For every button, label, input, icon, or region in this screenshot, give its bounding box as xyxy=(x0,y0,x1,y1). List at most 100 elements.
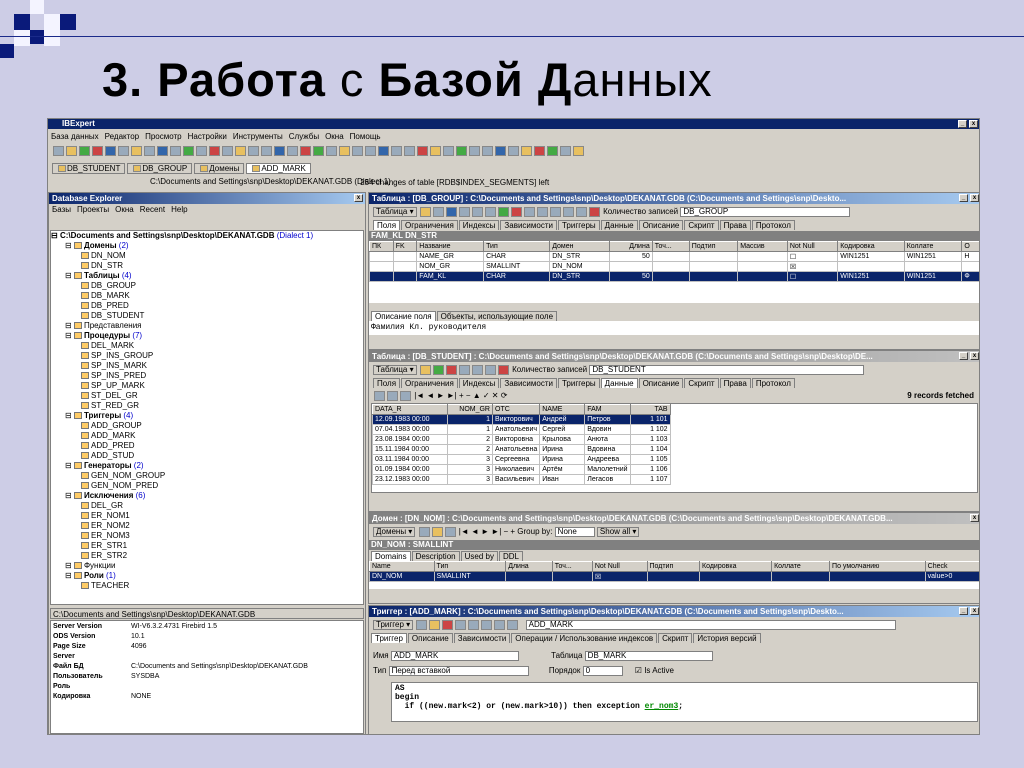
toolbar-icon[interactable] xyxy=(66,146,77,156)
tree-node[interactable]: ⊟ Триггеры (4) xyxy=(51,411,363,421)
column-header[interactable]: Длина xyxy=(505,561,553,572)
tree-node[interactable]: ER_STR2 xyxy=(51,551,363,561)
tab[interactable]: Поля xyxy=(373,378,401,388)
column-header[interactable]: DATA_R xyxy=(372,404,448,415)
tab[interactable]: Ограничения xyxy=(401,220,458,230)
toolbar-icon[interactable] xyxy=(222,146,233,156)
column-header[interactable]: Тип xyxy=(483,241,551,252)
explorer-menu-item[interactable]: Базы xyxy=(49,204,74,215)
toolbar-icon[interactable] xyxy=(339,146,350,156)
explorer-menu-item[interactable]: Проекты xyxy=(74,204,112,215)
toolbar-icon[interactable] xyxy=(105,146,116,156)
tab[interactable]: Права xyxy=(719,220,751,230)
toolbar-icon[interactable] xyxy=(482,146,493,156)
toolbar-icon[interactable] xyxy=(92,146,103,156)
table-row[interactable]: 07.04.1983 00:00 1 Анатольевич Сергей Вдовин… xyxy=(372,424,671,435)
tab[interactable]: Зависимости xyxy=(500,378,557,388)
column-header[interactable]: Not Null xyxy=(786,241,839,252)
column-header[interactable]: По умолчанию xyxy=(829,561,926,572)
tab[interactable]: Зависимости xyxy=(500,220,557,230)
tree-node[interactable]: ADD_STUD xyxy=(51,451,363,461)
column-header[interactable]: Кодировка xyxy=(837,241,905,252)
tree-node[interactable]: DEL_GR xyxy=(51,501,363,511)
tab[interactable]: Протокол xyxy=(751,378,795,388)
trigger-name-select[interactable]: ADD_MARK xyxy=(525,619,896,630)
column-header[interactable]: OTC xyxy=(491,404,541,415)
tree-node[interactable]: ADD_MARK xyxy=(51,431,363,441)
column-header[interactable]: Точ... xyxy=(551,561,593,572)
column-header[interactable]: Тип xyxy=(433,561,507,572)
column-header[interactable]: Check xyxy=(924,561,979,572)
toolbar-icon[interactable] xyxy=(261,146,272,156)
tree-node[interactable]: ⊟ Функции xyxy=(51,561,363,571)
table-row[interactable]: 03.11.1984 00:00 3 Сергеевна Ирина Андреева 1… xyxy=(372,454,671,465)
toolbar-icon[interactable] xyxy=(365,146,376,156)
table-row[interactable]: 15.11.1984 00:00 2 Анатольевна Ирина Вдовина… xyxy=(372,444,671,455)
tree-node[interactable]: ⊟ Домены (2) xyxy=(51,241,363,251)
explorer-menu-item[interactable]: Окна xyxy=(112,204,137,215)
explorer-menu-item[interactable]: Help xyxy=(168,204,190,215)
column-header[interactable]: О xyxy=(961,241,979,252)
tree-node[interactable]: GEN_NOM_PRED xyxy=(51,481,363,491)
menu-item[interactable]: Настройки xyxy=(185,131,230,142)
tab[interactable]: Протокол xyxy=(751,220,795,230)
column-header[interactable]: FAM xyxy=(584,404,631,415)
menu-item[interactable]: Окна xyxy=(322,131,347,142)
toolbar-icon[interactable] xyxy=(235,146,246,156)
toolbar-icon[interactable] xyxy=(157,146,168,156)
explorer-menu-item[interactable]: Recent xyxy=(137,204,168,215)
tree-node[interactable]: SP_INS_MARK xyxy=(51,361,363,371)
tab[interactable]: Used by xyxy=(460,551,498,561)
column-header[interactable]: FK xyxy=(392,241,418,252)
column-header[interactable]: Название xyxy=(416,241,485,252)
column-header[interactable]: Длина xyxy=(608,241,653,252)
tree-node[interactable]: GEN_NOM_GROUP xyxy=(51,471,363,481)
column-header[interactable]: Кодировка xyxy=(699,561,773,572)
student-table-select[interactable]: DB_STUDENT xyxy=(589,364,865,375)
student-close-button[interactable]: x xyxy=(970,352,979,360)
group-table-select[interactable]: DB_GROUP xyxy=(680,206,851,217)
tab[interactable]: Триггеры xyxy=(557,220,600,230)
column-header[interactable]: NOM_GR xyxy=(447,404,493,415)
tree-node[interactable]: TEACHER xyxy=(51,581,363,591)
trigger-order-field[interactable]: 0 xyxy=(582,665,623,676)
tree-node[interactable]: ⊟ Роли (1) xyxy=(51,571,363,581)
tree-node[interactable]: DB_STUDENT xyxy=(51,311,363,321)
db-tab[interactable]: ADD_MARK xyxy=(246,163,311,175)
toolbar-icon[interactable] xyxy=(313,146,324,156)
toolbar-icon[interactable] xyxy=(456,146,467,156)
group-field-description[interactable]: Фамилия Кл. руководителя xyxy=(369,321,979,335)
toolbar-icon[interactable] xyxy=(534,146,545,156)
table-row[interactable]: NAME_GR CHAR DN_STR 50 ☐ WIN1251 WIN1251 Н xyxy=(369,251,979,262)
tree-node[interactable]: ST_RED_GR xyxy=(51,401,363,411)
tree-node[interactable]: SP_INS_GROUP xyxy=(51,351,363,361)
tree-node[interactable]: SP_UP_MARK xyxy=(51,381,363,391)
tab[interactable]: Скрипт xyxy=(658,633,693,643)
trigger-type-select[interactable]: Перед вставкой xyxy=(388,665,529,676)
tab[interactable]: История версий xyxy=(693,633,761,643)
toolbar-icon[interactable] xyxy=(573,146,584,156)
tab[interactable]: Поля xyxy=(373,220,401,230)
menu-item[interactable]: Редактор xyxy=(102,131,142,142)
tab[interactable]: Объекты, использующие поле xyxy=(436,311,558,321)
domain-close-button[interactable]: x xyxy=(970,514,979,522)
tree-node[interactable]: ⊟ Исключения (6) xyxy=(51,491,363,501)
table-row[interactable]: 23.08.1984 00:00 2 Викторовна Крылова Анюта 1… xyxy=(372,434,671,445)
trigger-button[interactable]: Триггер ▾ xyxy=(373,619,414,630)
db-tab[interactable]: DB_GROUP xyxy=(127,163,193,175)
menu-item[interactable]: Просмотр xyxy=(142,131,185,142)
tree-node[interactable]: ⊟ Представления xyxy=(51,321,363,331)
column-header[interactable]: Подтип xyxy=(688,241,739,252)
menu-item[interactable]: Инструменты xyxy=(230,131,286,142)
toolbar-icon[interactable] xyxy=(79,146,90,156)
toolbar-icon[interactable] xyxy=(560,146,571,156)
tree-node[interactable]: ⊟ Таблицы (4) xyxy=(51,271,363,281)
menu-item[interactable]: Службы xyxy=(286,131,322,142)
menu-item[interactable]: Помощь xyxy=(347,131,384,142)
tab[interactable]: Зависимости xyxy=(453,633,511,643)
tree-node[interactable]: DN_STR xyxy=(51,261,363,271)
tab[interactable]: Описание xyxy=(407,633,453,643)
student-table-button[interactable]: Таблица ▾ xyxy=(373,364,417,375)
tab[interactable]: DDL xyxy=(498,551,523,561)
show-all-button[interactable]: Show all ▾ xyxy=(596,526,640,537)
